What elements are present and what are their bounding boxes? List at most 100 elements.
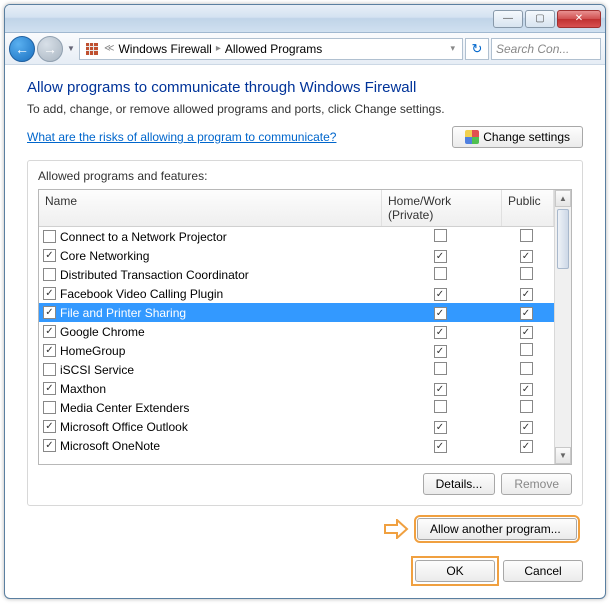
col-homework[interactable]: Home/Work (Private)	[382, 190, 502, 226]
col-public[interactable]: Public	[502, 190, 554, 226]
row-homework	[382, 400, 502, 416]
row-checkbox[interactable]: ✓	[43, 249, 56, 262]
row-homework: ✓	[382, 305, 502, 321]
row-public: ✓	[502, 305, 554, 321]
dialog-footer: OK Cancel	[5, 550, 605, 596]
program-list: Name Home/Work (Private) Public Connect …	[38, 189, 572, 465]
row-name: Facebook Video Calling Plugin	[60, 287, 382, 301]
breadcrumb-allowed[interactable]: Allowed Programs	[225, 42, 322, 56]
hw-checkbox[interactable]: ✓	[434, 326, 447, 339]
chevron-right-icon: ▸	[216, 43, 221, 54]
row-checkbox[interactable]: ✓	[43, 439, 56, 452]
scroll-down-icon[interactable]: ▼	[555, 447, 571, 464]
pub-checkbox[interactable]: ✓	[520, 421, 533, 434]
col-name[interactable]: Name	[39, 190, 382, 226]
row-checkbox[interactable]: ✓	[43, 287, 56, 300]
scroll-thumb[interactable]	[557, 209, 569, 269]
row-public	[502, 343, 554, 359]
row-public	[502, 362, 554, 378]
table-row[interactable]: Media Center Extenders	[39, 398, 554, 417]
row-public	[502, 400, 554, 416]
row-public: ✓	[502, 286, 554, 302]
row-public: ✓	[502, 381, 554, 397]
allow-another-program-button[interactable]: Allow another program...	[417, 518, 577, 540]
table-row[interactable]: Connect to a Network Projector	[39, 227, 554, 246]
table-row[interactable]: ✓Microsoft Office Outlook✓✓	[39, 417, 554, 436]
pub-checkbox[interactable]: ✓	[520, 250, 533, 263]
row-checkbox[interactable]	[43, 230, 56, 243]
pub-checkbox[interactable]	[520, 362, 533, 375]
hw-checkbox[interactable]: ✓	[434, 345, 447, 358]
scroll-track[interactable]	[555, 271, 571, 447]
hw-checkbox[interactable]: ✓	[434, 307, 447, 320]
cancel-button[interactable]: Cancel	[503, 560, 583, 582]
table-row[interactable]: ✓File and Printer Sharing✓✓	[39, 303, 554, 322]
row-checkbox[interactable]: ✓	[43, 420, 56, 433]
page-subtitle: To add, change, or remove allowed progra…	[27, 102, 583, 116]
table-row[interactable]: ✓ Google Chrome ✓ ✓	[39, 322, 554, 341]
row-name: iSCSI Service	[60, 363, 382, 377]
search-input[interactable]: Search Con...	[491, 38, 601, 60]
row-checkbox[interactable]	[43, 268, 56, 281]
row-checkbox[interactable]: ✓	[43, 325, 56, 338]
minimize-button[interactable]: —	[493, 10, 523, 28]
forward-button[interactable]: →	[37, 36, 63, 62]
row-homework: ✓	[382, 324, 502, 340]
hw-checkbox[interactable]: ✓	[434, 421, 447, 434]
content-area: Allow programs to communicate through Wi…	[5, 65, 605, 550]
pub-checkbox[interactable]: ✓	[520, 288, 533, 301]
pub-checkbox[interactable]: ✓	[520, 326, 533, 339]
table-row[interactable]: ✓Maxthon✓✓	[39, 379, 554, 398]
nav-history-dropdown[interactable]: ▼	[65, 44, 77, 53]
hw-checkbox[interactable]: ✓	[434, 440, 447, 453]
change-settings-label: Change settings	[483, 130, 570, 144]
row-checkbox[interactable]: ✓	[43, 306, 56, 319]
pub-checkbox[interactable]	[520, 343, 533, 356]
breadcrumb-firewall[interactable]: Windows Firewall	[118, 42, 211, 56]
hw-checkbox[interactable]	[434, 362, 447, 375]
pub-checkbox[interactable]	[520, 229, 533, 242]
hw-checkbox[interactable]	[434, 229, 447, 242]
hw-checkbox[interactable]: ✓	[434, 250, 447, 263]
list-header: Name Home/Work (Private) Public	[39, 190, 554, 227]
change-settings-button[interactable]: Change settings	[452, 126, 583, 148]
pub-checkbox[interactable]	[520, 400, 533, 413]
hw-checkbox[interactable]: ✓	[434, 288, 447, 301]
pub-checkbox[interactable]: ✓	[520, 383, 533, 396]
address-bar[interactable]: ≪ Windows Firewall ▸ Allowed Programs ▾	[79, 38, 463, 60]
table-row[interactable]: ✓HomeGroup✓	[39, 341, 554, 360]
scroll-up-icon[interactable]: ▲	[555, 190, 571, 207]
risk-link[interactable]: What are the risks of allowing a program…	[27, 130, 336, 144]
refresh-button[interactable]: ↻	[465, 38, 489, 60]
details-button[interactable]: Details...	[423, 473, 496, 495]
pub-checkbox[interactable]: ✓	[520, 440, 533, 453]
row-homework: ✓	[382, 248, 502, 264]
maximize-button[interactable]: ▢	[525, 10, 555, 28]
row-checkbox[interactable]	[43, 401, 56, 414]
remove-button[interactable]: Remove	[501, 473, 572, 495]
back-button[interactable]: ←	[9, 36, 35, 62]
pub-checkbox[interactable]: ✓	[520, 307, 533, 320]
row-name: Microsoft OneNote	[60, 439, 382, 453]
table-row[interactable]: ✓ Microsoft OneNote ✓ ✓	[39, 436, 554, 455]
row-checkbox[interactable]: ✓	[43, 344, 56, 357]
close-button[interactable]: ✕	[557, 10, 601, 28]
table-row[interactable]: iSCSI Service	[39, 360, 554, 379]
table-row[interactable]: ✓ Core Networking ✓ ✓	[39, 246, 554, 265]
row-name: Core Networking	[60, 249, 382, 263]
allowed-programs-group: Allowed programs and features: Name Home…	[27, 160, 583, 506]
hw-checkbox[interactable]	[434, 267, 447, 280]
ok-button[interactable]: OK	[415, 560, 495, 582]
hw-checkbox[interactable]: ✓	[434, 383, 447, 396]
row-name: Google Chrome	[60, 325, 382, 339]
table-row[interactable]: ✓ Facebook Video Calling Plugin ✓ ✓	[39, 284, 554, 303]
table-row[interactable]: Distributed Transaction Coordinator	[39, 265, 554, 284]
address-dropdown-icon[interactable]: ▾	[447, 43, 458, 54]
scrollbar[interactable]: ▲ ▼	[554, 190, 571, 464]
row-checkbox[interactable]	[43, 363, 56, 376]
hw-checkbox[interactable]	[434, 400, 447, 413]
pub-checkbox[interactable]	[520, 267, 533, 280]
row-checkbox[interactable]: ✓	[43, 382, 56, 395]
firewall-window: — ▢ ✕ ← → ▼ ≪ Windows Firewall ▸ Allowed…	[4, 4, 606, 599]
row-public: ✓	[502, 324, 554, 340]
